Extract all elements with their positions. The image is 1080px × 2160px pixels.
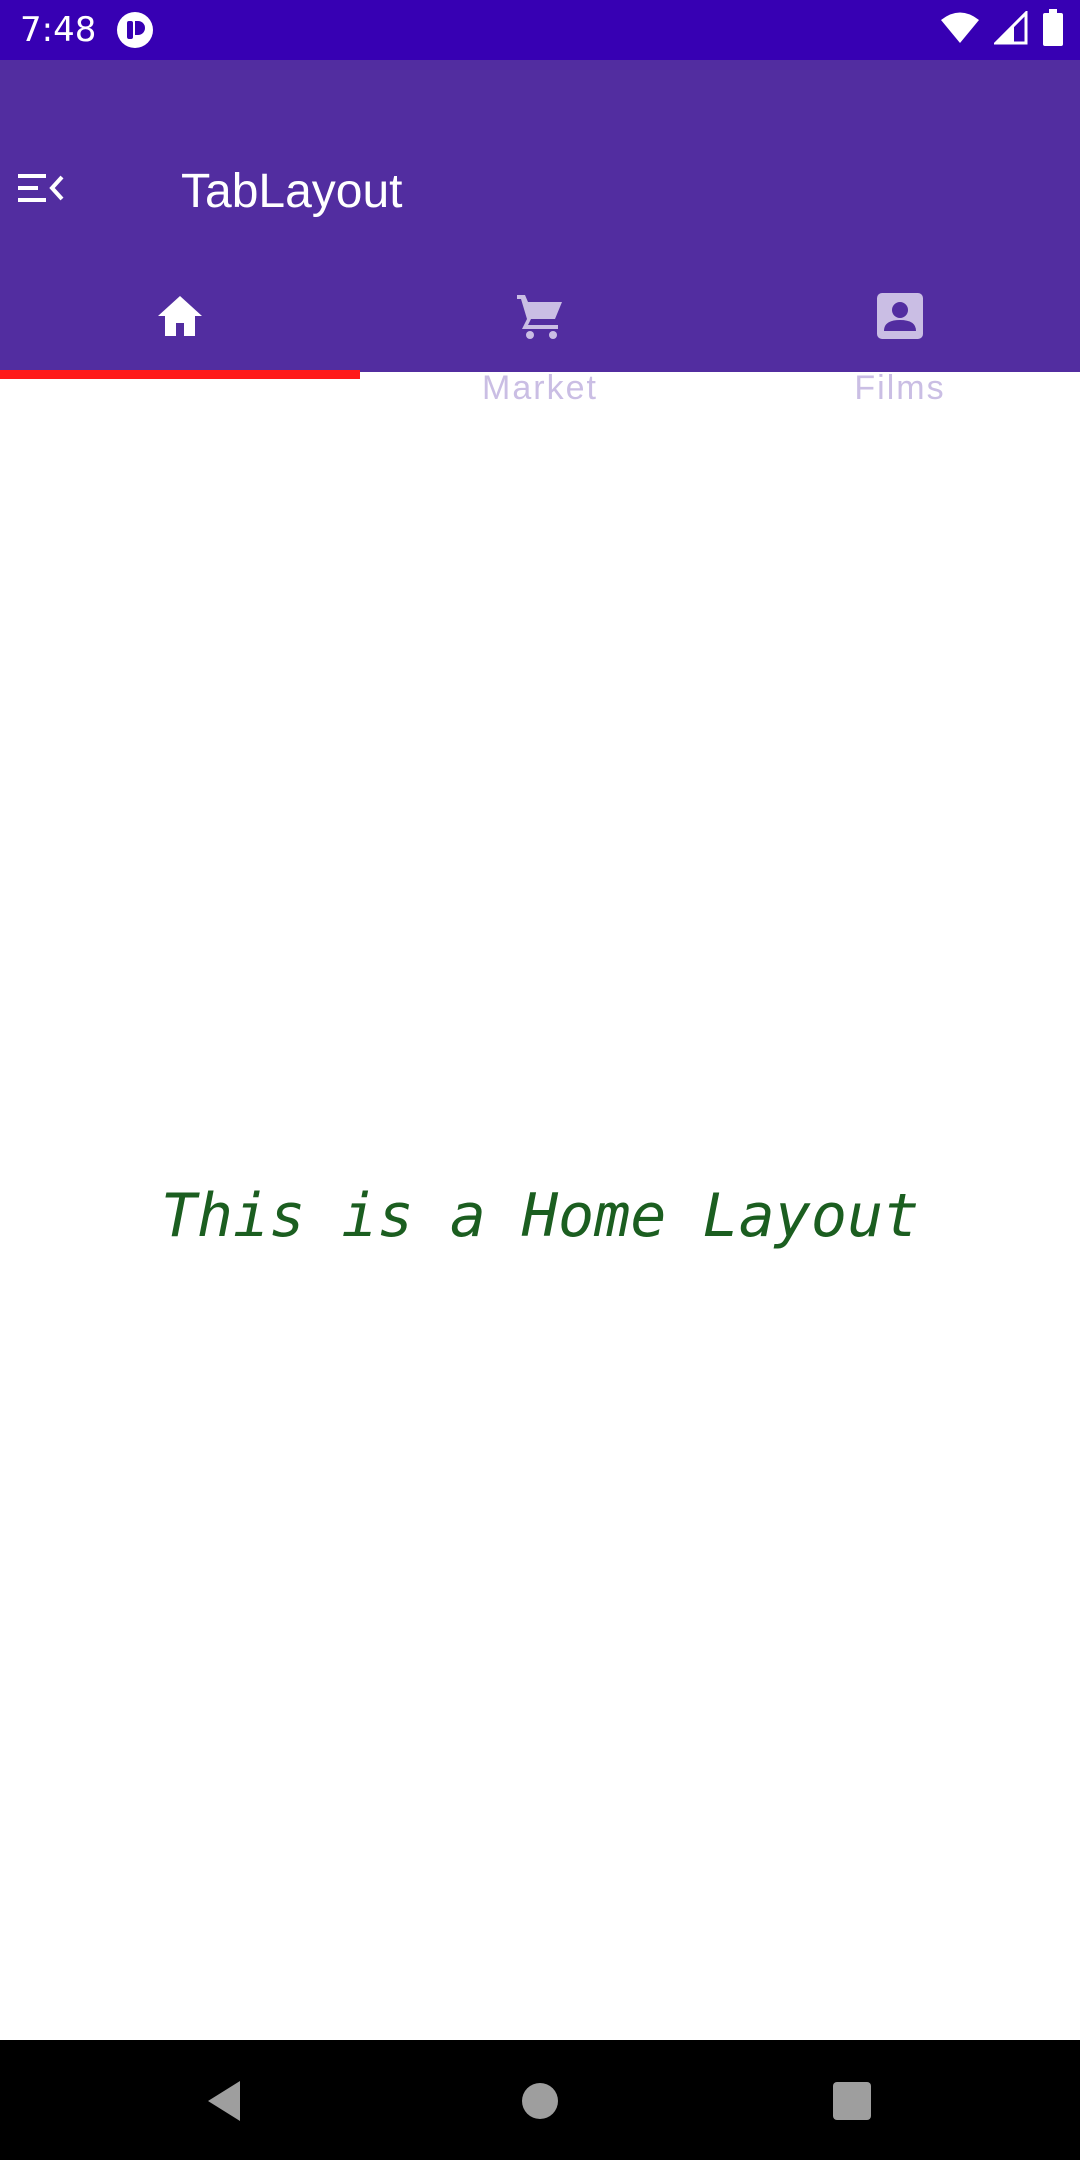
- status-icons: [940, 8, 1064, 52]
- status-bar: 7:48: [0, 0, 1080, 60]
- screen: 7:48 TabLayout Home Market Films This is…: [0, 0, 1080, 2160]
- menu-open-icon: [16, 171, 64, 210]
- back-icon[interactable]: [200, 2076, 250, 2126]
- app-title: TabLayout: [181, 165, 403, 218]
- status-time: 7:48: [20, 10, 97, 50]
- home-layout-text: This is a Home Layout: [160, 1181, 920, 1251]
- navigation-bar: [0, 2040, 1080, 2160]
- battery-icon: [1042, 8, 1064, 52]
- shopping-cart-icon: [514, 290, 566, 342]
- app-bar: TabLayout Home Market Films: [0, 60, 1080, 407]
- menu-open-button[interactable]: [10, 160, 70, 220]
- tab-indicator: [0, 370, 360, 379]
- app-notification-icon: [116, 11, 154, 49]
- account-box-icon: [874, 290, 926, 342]
- wifi-icon: [940, 11, 980, 50]
- home-button-icon[interactable]: [515, 2076, 565, 2126]
- cell-signal-icon: [992, 8, 1028, 50]
- recents-icon[interactable]: [827, 2076, 877, 2126]
- content-area: This is a Home Layout: [0, 379, 1080, 2039]
- home-icon: [154, 290, 206, 342]
